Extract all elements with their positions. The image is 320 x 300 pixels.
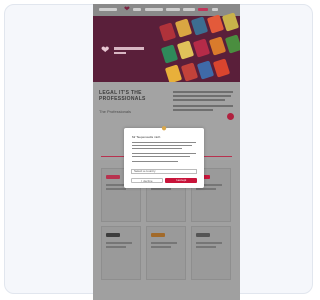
brand-text-line <box>196 188 216 190</box>
product-image <box>174 18 193 38</box>
heart-logo-icon[interactable]: ❤ <box>124 6 131 13</box>
product-image <box>164 64 183 84</box>
modal-text-line <box>132 153 196 154</box>
brand-text-line <box>151 242 177 244</box>
product-image <box>224 34 240 54</box>
modal-text-line <box>132 145 192 146</box>
hero-banner: ❤ <box>93 12 240 84</box>
nav-item[interactable] <box>133 8 141 11</box>
brand-text-line <box>151 246 171 248</box>
brand-text-line <box>151 188 171 190</box>
nav-item-active[interactable] <box>198 8 208 11</box>
country-select-modal: ● Mr Tsepenoudis mich Select a country I… <box>124 124 204 188</box>
product-image <box>212 58 231 78</box>
brand-text-line <box>196 242 222 244</box>
modal-text-line <box>132 161 178 162</box>
paragraph-line <box>173 109 213 111</box>
country-select[interactable]: Select a country <box>131 169 197 174</box>
decline-button[interactable]: I decline <box>131 178 163 183</box>
nav-item[interactable] <box>99 8 117 11</box>
arrow-circle-icon[interactable] <box>227 113 234 120</box>
heart-logo-icon[interactable]: ❤ <box>101 46 112 56</box>
brand-text-line <box>196 246 216 248</box>
brand-text-line <box>106 242 132 244</box>
product-image <box>190 16 209 36</box>
product-image <box>208 36 227 56</box>
nav-item[interactable] <box>183 8 195 11</box>
paragraph-line <box>173 105 233 107</box>
croissant-icon: ● <box>160 123 168 134</box>
nav-item[interactable] <box>145 8 163 11</box>
modal-text-line <box>132 156 190 157</box>
product-image <box>221 12 240 32</box>
product-image <box>180 62 199 82</box>
brand-card[interactable] <box>146 226 186 280</box>
nav-item[interactable] <box>212 8 218 11</box>
page-subline: The Professionals <box>99 109 132 114</box>
brand-card[interactable] <box>101 226 141 280</box>
product-image <box>176 40 195 60</box>
product-image <box>158 22 177 42</box>
brand-name <box>114 47 144 50</box>
product-image <box>196 60 215 80</box>
brand-logo <box>151 233 165 237</box>
website-page: ❤ ❤ LEGAL IT'S THE PROFESSIONALS The Pro… <box>93 4 240 300</box>
nav-item[interactable] <box>166 8 180 11</box>
brand-logo <box>106 233 120 237</box>
modal-title: Mr Tsepenoudis mich <box>132 135 161 139</box>
paragraph-line <box>173 99 225 101</box>
modal-text-line <box>132 148 182 149</box>
brand-logo <box>106 175 120 179</box>
brand-card[interactable] <box>191 226 231 280</box>
product-image <box>160 44 179 64</box>
brand-text-line <box>106 246 126 248</box>
modal-text-line <box>132 142 196 143</box>
accept-button[interactable]: I accept <box>165 178 197 183</box>
product-image <box>192 38 211 58</box>
page-headline: LEGAL IT'S THE PROFESSIONALS <box>99 90 146 102</box>
brand-text-line <box>106 188 126 190</box>
brand-logo <box>196 233 210 237</box>
brand-tagline <box>114 52 126 54</box>
paragraph-line <box>173 95 231 97</box>
paragraph-line <box>173 91 233 93</box>
